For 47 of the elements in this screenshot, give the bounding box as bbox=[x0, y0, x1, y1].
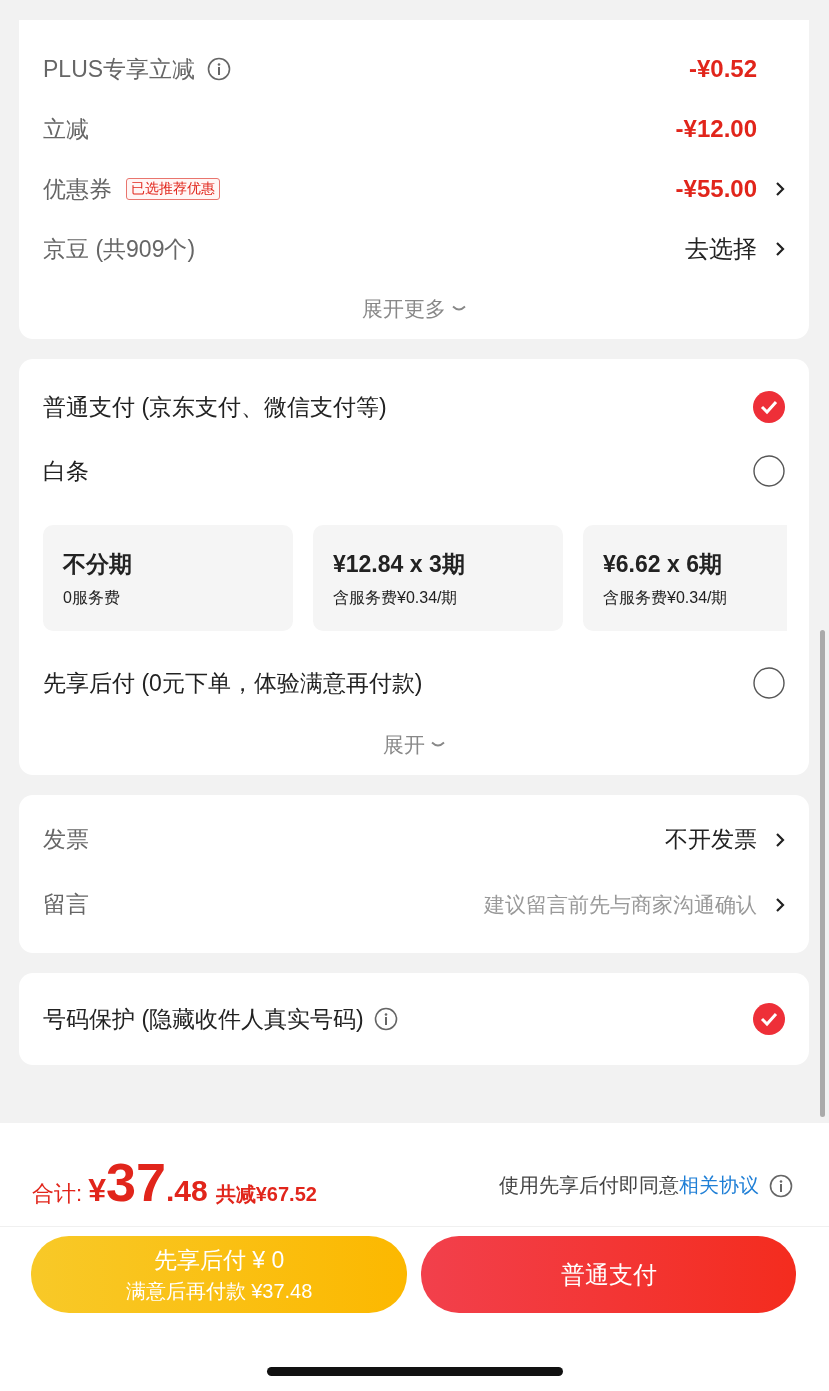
chevron-down-icon bbox=[452, 305, 466, 313]
discount-amount: -¥55.00 bbox=[675, 175, 757, 203]
row-label: PLUS专享立减 bbox=[43, 54, 196, 84]
row-label: 优惠券 bbox=[43, 174, 112, 204]
total-integer: 37 bbox=[105, 1150, 166, 1213]
installment-title: ¥6.62 x 6期 bbox=[603, 550, 723, 579]
installment-fee: 含服务费¥0.34/期 bbox=[603, 588, 729, 608]
installment-title: ¥12.84 x 3期 bbox=[333, 550, 466, 579]
agreement-link[interactable]: 相关协议 bbox=[679, 1174, 759, 1196]
installment-card[interactable]: 不分期 0服务费 bbox=[43, 525, 293, 631]
payment-option-label: 普通支付 (京东支付、微信支付等) bbox=[43, 392, 387, 422]
expand-more-button[interactable]: 展开更多 bbox=[43, 279, 785, 339]
installment-fee: 含服务费¥0.34/期 bbox=[333, 588, 459, 608]
payment-option-label: 白条 bbox=[43, 456, 89, 486]
discount-amount: -¥12.00 bbox=[675, 115, 757, 143]
installment-title: 不分期 bbox=[63, 550, 133, 579]
info-icon[interactable] bbox=[207, 57, 232, 81]
radio-icon[interactable] bbox=[753, 455, 785, 487]
discount-amount: -¥0.52 bbox=[688, 55, 757, 83]
chevron-right-icon bbox=[775, 831, 785, 848]
total-label: 合计: bbox=[32, 1179, 83, 1208]
row-label: 留言 bbox=[43, 890, 89, 919]
installment-fee: 0服务费 bbox=[63, 588, 121, 608]
expand-button[interactable]: 展开 bbox=[43, 715, 785, 775]
info-icon[interactable] bbox=[373, 1007, 398, 1031]
payment-option-label: 先享后付 (0元下单，体验满意再付款) bbox=[43, 668, 423, 698]
select-link[interactable]: 去选择 bbox=[685, 233, 757, 265]
total-decimal: .48 bbox=[166, 1173, 208, 1208]
invoice-value[interactable]: 不开发票 bbox=[665, 824, 757, 855]
message-hint[interactable]: 建议留言前先与商家沟通确认 bbox=[484, 890, 757, 919]
installment-card[interactable]: ¥6.62 x 6期 含服务费¥0.34/期 bbox=[583, 525, 787, 631]
radio-checked-icon[interactable] bbox=[753, 1003, 785, 1035]
radio-icon[interactable] bbox=[753, 667, 785, 699]
saved-amount: 共减¥67.52 bbox=[215, 1181, 317, 1207]
agreement-text: 使用先享后付即同意相关协议 bbox=[499, 1173, 759, 1198]
info-icon[interactable] bbox=[769, 1173, 793, 1198]
recommend-tag: 已选推荐优惠 bbox=[126, 178, 220, 200]
chevron-right-icon bbox=[775, 896, 785, 913]
row-label: 发票 bbox=[43, 825, 89, 854]
row-label: 京豆 (共909个) bbox=[43, 234, 196, 264]
installment-card[interactable]: ¥12.84 x 3期 含服务费¥0.34/期 bbox=[313, 525, 563, 631]
chevron-down-icon bbox=[431, 741, 445, 749]
row-label: 立减 bbox=[43, 114, 89, 144]
currency-symbol: ¥ bbox=[88, 1171, 106, 1209]
row-label: 号码保护 (隐藏收件人真实号码) bbox=[43, 1004, 364, 1034]
radio-checked-icon[interactable] bbox=[753, 391, 785, 423]
pay-button[interactable]: 普通支付 bbox=[421, 1236, 796, 1313]
